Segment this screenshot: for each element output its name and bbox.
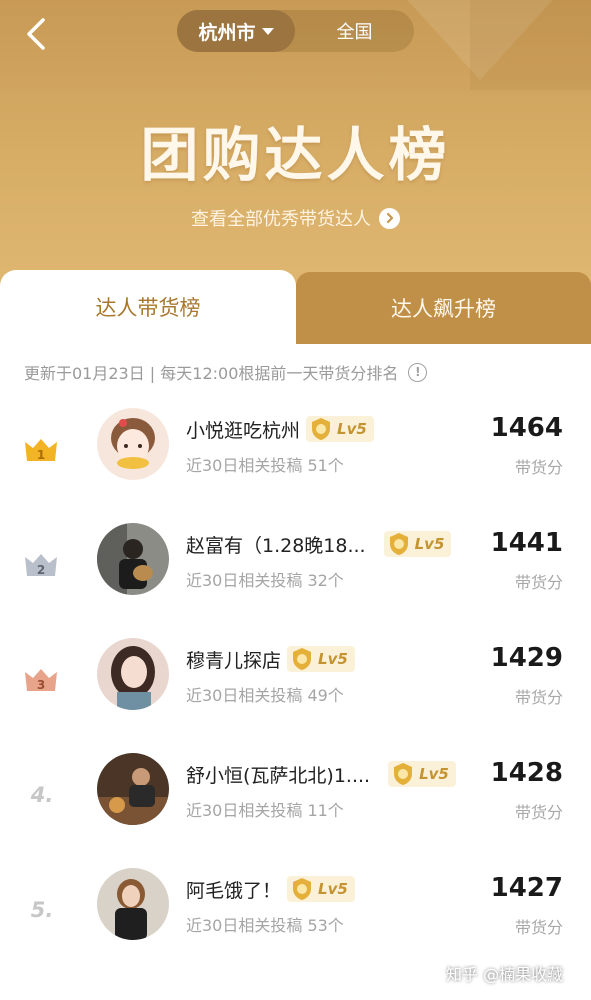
ranking-row[interactable]: 2 赵富有（1.28晚18... Lv5 近30日相关投稿 32个 1441 带…	[0, 515, 591, 630]
avatar[interactable]	[97, 753, 169, 825]
avatar[interactable]	[97, 408, 169, 480]
level-text: Lv5	[337, 420, 367, 438]
influencer-name: 舒小恒(瓦萨北北)1....	[186, 764, 371, 787]
score-label: 带货分	[514, 458, 563, 477]
tab-sales-ranking[interactable]: 达人带货榜	[0, 270, 296, 344]
post-count: 近30日相关投稿 32个	[186, 571, 344, 590]
post-count: 近30日相关投稿 49个	[186, 686, 344, 705]
post-count: 近30日相关投稿 11个	[186, 801, 344, 820]
influencer-name: 阿毛饿了！	[186, 879, 282, 902]
avatar[interactable]	[97, 868, 169, 940]
level-badge: Lv5	[388, 761, 456, 787]
level-badge: Lv5	[287, 646, 355, 672]
score-value: 1427	[490, 873, 563, 903]
level-badge: Lv5	[383, 531, 452, 557]
ranking-row[interactable]: 1 小悦逛吃杭州 Lv5 近30日相关投稿 51个 1464 带货分	[0, 400, 591, 515]
score-value: 1429	[490, 643, 563, 673]
level-text: Lv5	[414, 535, 445, 553]
city-selector[interactable]: 杭州市	[177, 10, 295, 52]
score-value: 1428	[490, 758, 563, 788]
nationwide-label: 全国	[336, 22, 373, 43]
name-line: 阿毛饿了！ Lv5	[186, 874, 355, 904]
rank-number: 2	[37, 563, 45, 577]
chevron-left-icon	[27, 18, 45, 50]
ranking-row[interactable]: 4. 舒小恒(瓦萨北北)1.... Lv5 近30日相关投稿 11个 1428 …	[0, 745, 591, 860]
score-label: 带货分	[514, 918, 563, 937]
ranking-tabs: 达人带货榜 达人飙升榜	[0, 270, 591, 344]
ranking-row[interactable]: 3 穆青儿探店 Lv5 近30日相关投稿 49个 1429 带货分	[0, 630, 591, 745]
rank-number: 3	[37, 678, 45, 692]
nationwide-option[interactable]: 全国	[295, 10, 414, 52]
hero-decoration	[470, 0, 591, 90]
level-shield-icon	[293, 878, 312, 900]
view-all-link[interactable]: 查看全部优秀带货达人	[0, 204, 591, 232]
update-note-text: 更新于01月23日 | 每天12:00根据前一天带货分排名	[24, 364, 399, 383]
influencer-name: 穆青儿探店	[186, 649, 282, 672]
update-note: 更新于01月23日 | 每天12:00根据前一天带货分排名 !	[24, 358, 428, 386]
watermark-text: 知乎 @楠果收藏	[446, 965, 564, 984]
ranking-row[interactable]: 5. 阿毛饿了！ Lv5 近30日相关投稿 53个 1427 带货分	[0, 860, 591, 975]
back-button[interactable]	[18, 14, 54, 54]
ranking-list: 1 小悦逛吃杭州 Lv5 近30日相关投稿 51个 1464 带货分 2 赵富有…	[0, 400, 591, 975]
avatar[interactable]	[97, 523, 169, 595]
level-shield-icon	[312, 418, 331, 440]
page-title: 团购达人榜	[140, 121, 451, 189]
name-line: 穆青儿探店 Lv5	[186, 644, 355, 674]
post-count: 近30日相关投稿 53个	[186, 916, 344, 935]
rank-number: 1	[37, 448, 45, 462]
level-text: Lv5	[318, 880, 348, 898]
score-label: 带货分	[514, 573, 563, 592]
level-text: Lv5	[318, 650, 348, 668]
arrow-right-circle-icon	[379, 207, 400, 229]
level-badge: Lv5	[287, 876, 355, 902]
level-badge: Lv5	[306, 416, 374, 442]
rank-number: 5.	[30, 898, 54, 922]
influencer-name: 小悦逛吃杭州	[186, 419, 301, 442]
post-count: 近30日相关投稿 51个	[186, 456, 344, 475]
tab-rising-ranking[interactable]: 达人飙升榜	[296, 272, 591, 344]
level-shield-icon	[293, 648, 312, 670]
name-line: 舒小恒(瓦萨北北)1.... Lv5	[186, 759, 456, 789]
city-label: 杭州市	[198, 21, 256, 44]
avatar[interactable]	[97, 638, 169, 710]
location-switcher: 杭州市 全国	[177, 10, 414, 52]
caret-down-icon	[261, 27, 274, 35]
silver-crown-icon: 2	[25, 554, 57, 577]
level-shield-icon	[394, 763, 413, 785]
bronze-crown-icon: 3	[25, 669, 57, 692]
gold-crown-icon: 1	[25, 439, 57, 462]
level-text: Lv5	[419, 765, 449, 783]
view-all-link-text: 查看全部优秀带货达人	[191, 209, 371, 230]
score-value: 1441	[490, 528, 563, 558]
name-line: 赵富有（1.28晚18... Lv5	[186, 529, 452, 559]
info-icon[interactable]: !	[408, 362, 428, 382]
influencer-name: 赵富有（1.28晚18...	[186, 534, 366, 557]
name-line: 小悦逛吃杭州 Lv5	[186, 414, 374, 444]
score-label: 带货分	[514, 803, 563, 822]
rank-number: 4.	[30, 783, 54, 807]
level-shield-icon	[389, 533, 408, 555]
score-value: 1464	[490, 413, 563, 443]
score-label: 带货分	[514, 688, 563, 707]
